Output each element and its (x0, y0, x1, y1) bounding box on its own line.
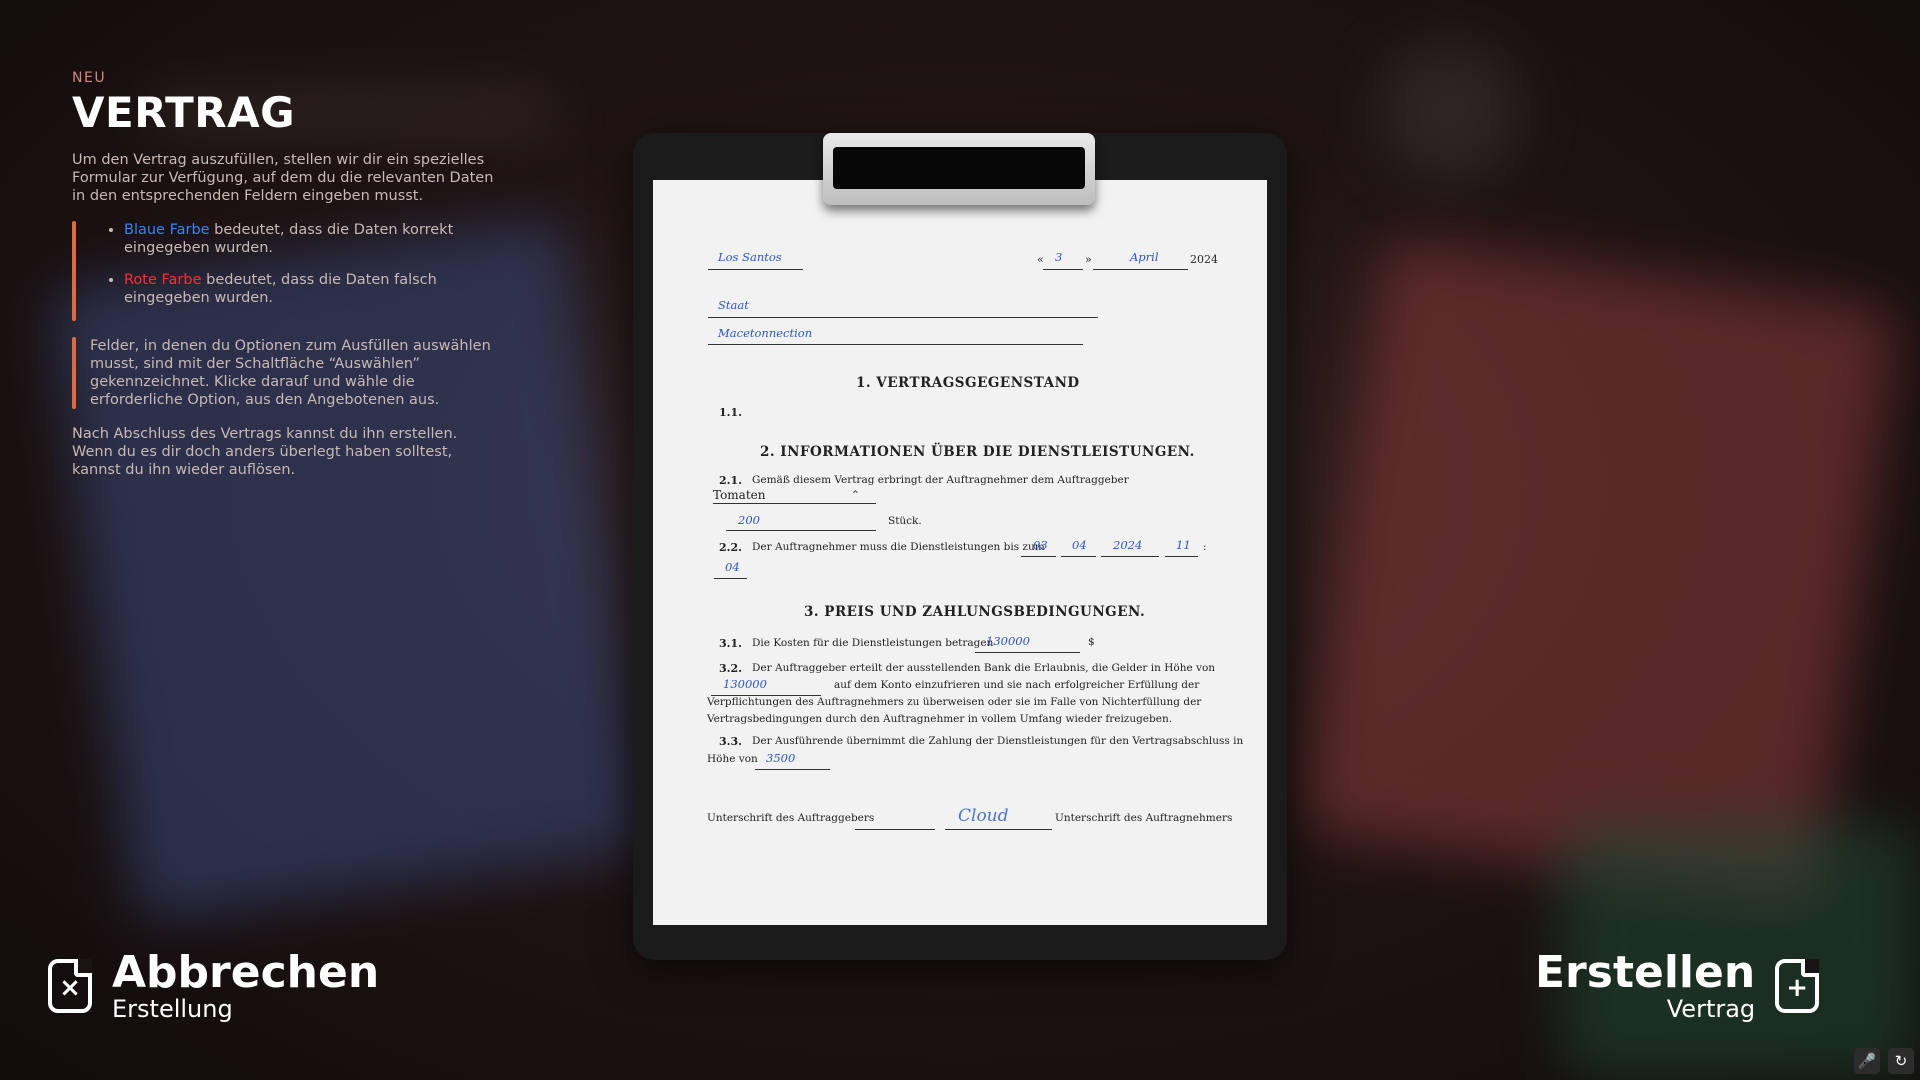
deadline-day-field[interactable]: 03 (1033, 538, 1048, 552)
currency-symbol: $ (1088, 636, 1095, 648)
deadline-minute-field[interactable]: 04 (725, 560, 740, 574)
deadline-year-field[interactable]: 2024 (1113, 538, 1142, 552)
clause-2-2-text: Der Auftragnehmer muss die Dienstleistun… (752, 541, 1045, 553)
day-field[interactable]: 3 (1055, 250, 1062, 264)
intro-text: Um den Vertrag auszufüllen, stellen wir … (72, 152, 494, 204)
refresh-icon[interactable]: ↻ (1888, 1048, 1914, 1074)
product-select[interactable]: Tomaten (713, 488, 765, 502)
city-field[interactable]: Los Santos (718, 250, 782, 264)
create-title: Erstellen (1535, 947, 1756, 998)
background-blur-grey (1380, 40, 1520, 180)
clause-3-2-text: Der Auftraggeber erteilt der ausstellend… (752, 662, 1216, 674)
deadline-day-underline (1021, 556, 1056, 557)
deadline-month-underline (1061, 556, 1096, 557)
color-legend: Blaue Farbe bedeutet, dass die Daten kor… (72, 221, 502, 321)
party-type-underline (708, 317, 1098, 318)
month-field[interactable]: April (1130, 250, 1159, 264)
month-underline (1093, 269, 1188, 270)
deadline-minute-underline (714, 578, 747, 579)
legend-blue: Blaue Farbe bedeutet, dass die Daten kor… (124, 221, 502, 257)
page-title: VERTRAG (72, 88, 296, 137)
outro-text: Nach Abschluss des Vertrags kannst du ih… (72, 426, 458, 478)
cost-underline (975, 652, 1080, 653)
clause-3-1: 3.1. (719, 637, 742, 650)
section-1-heading: 1. VERTRAGSGEGENSTAND (856, 375, 1080, 391)
clause-3-2-text-b: auf dem Konto einzufrieren und sie nach … (834, 679, 1200, 691)
clause-3-2: 3.2. (719, 662, 742, 675)
clause-1-1: 1.1. (719, 406, 742, 419)
microphone-icon[interactable]: 🎤 (1854, 1048, 1880, 1074)
info-panel: NEU VERTRAG Um den Vertrag auszufüllen, … (72, 70, 502, 495)
product-underline (713, 503, 876, 504)
quote-close: » (1085, 253, 1092, 266)
eyebrow-label: NEU (72, 70, 107, 86)
party-name-field[interactable]: Macetonnection (718, 326, 812, 340)
create-subtitle: Vertrag (1666, 995, 1756, 1023)
cancel-subtitle: Erstellung (112, 995, 233, 1023)
party-type-field[interactable]: Staat (718, 298, 749, 312)
city-underline (708, 269, 803, 270)
background-blur-red (1300, 236, 1900, 904)
clipboard-clip (823, 133, 1095, 205)
clause-3-2-text-c: Verpflichtungen des Auftragnehmers zu üb… (707, 696, 1202, 708)
clause-2-1: 2.1. (719, 474, 742, 487)
quantity-unit: Stück. (888, 515, 922, 527)
section-2-heading: 2. INFORMATIONEN ÜBER DIE DIENSTLEISTUNG… (760, 444, 1195, 460)
deadline-hour-underline (1165, 556, 1198, 557)
clause-2-2: 2.2. (719, 541, 742, 554)
clause-3-1-text: Die Kosten für die Dienstleistungen betr… (752, 637, 994, 649)
clause-3-3: 3.3. (719, 735, 742, 748)
deadline-month-field[interactable]: 04 (1072, 538, 1087, 552)
clause-2-1-text: Gemäß diesem Vertrag erbringt der Auftra… (752, 474, 1129, 486)
cancel-title: Abbrechen (112, 947, 380, 998)
legend-red: Rote Farbe bedeutet, dass die Daten fals… (124, 271, 502, 307)
quantity-field[interactable]: 200 (738, 513, 760, 527)
time-separator: : (1203, 541, 1207, 553)
deadline-year-underline (1101, 556, 1159, 557)
clause-3-2-text-d: Vertragsbedingungen durch den Auftragneh… (707, 713, 1173, 725)
clause-3-3-text: Der Ausführende übernimmt die Zahlung de… (752, 735, 1244, 747)
options-note-text: Felder, in denen du Optionen zum Ausfüll… (90, 338, 491, 408)
file-plus-icon: + (1775, 959, 1820, 1013)
file-x-icon: × (48, 959, 92, 1013)
sig-client-line[interactable] (855, 829, 935, 830)
contract-paper: Los Santos « 3 » April 2024 Staat Maceto… (653, 180, 1267, 925)
day-underline (1043, 269, 1083, 270)
red-label: Rote Farbe (124, 272, 202, 288)
deposit-field[interactable]: 130000 (723, 677, 767, 691)
sig-contractor-line (945, 829, 1052, 830)
create-button[interactable]: Erstellen Vertrag + (1535, 947, 1820, 1023)
options-note: Felder, in denen du Optionen zum Ausfüll… (72, 337, 502, 409)
fee-underline (755, 769, 830, 770)
party-name-underline (708, 344, 1083, 345)
signature[interactable]: Cloud (958, 806, 1009, 826)
chevron-up-icon[interactable]: ⌃ (851, 489, 860, 501)
year-text: 2024 (1190, 253, 1218, 266)
blue-label: Blaue Farbe (124, 222, 210, 238)
quote-open: « (1037, 253, 1044, 266)
clause-3-3-text-b: Höhe von (707, 753, 758, 765)
deadline-hour-field[interactable]: 11 (1176, 538, 1191, 552)
sig-contractor-label: Unterschrift des Auftragnehmers (1055, 812, 1233, 824)
cancel-button[interactable]: × Abbrechen Erstellung (48, 950, 379, 1022)
fee-field[interactable]: 3500 (766, 751, 795, 765)
section-3-heading: 3. PREIS UND ZAHLUNGSBEDINGUNGEN. (804, 604, 1146, 620)
sig-client-label: Unterschrift des Auftraggebers (707, 812, 875, 824)
cost-field[interactable]: 130000 (986, 634, 1030, 648)
quantity-underline (726, 530, 876, 531)
